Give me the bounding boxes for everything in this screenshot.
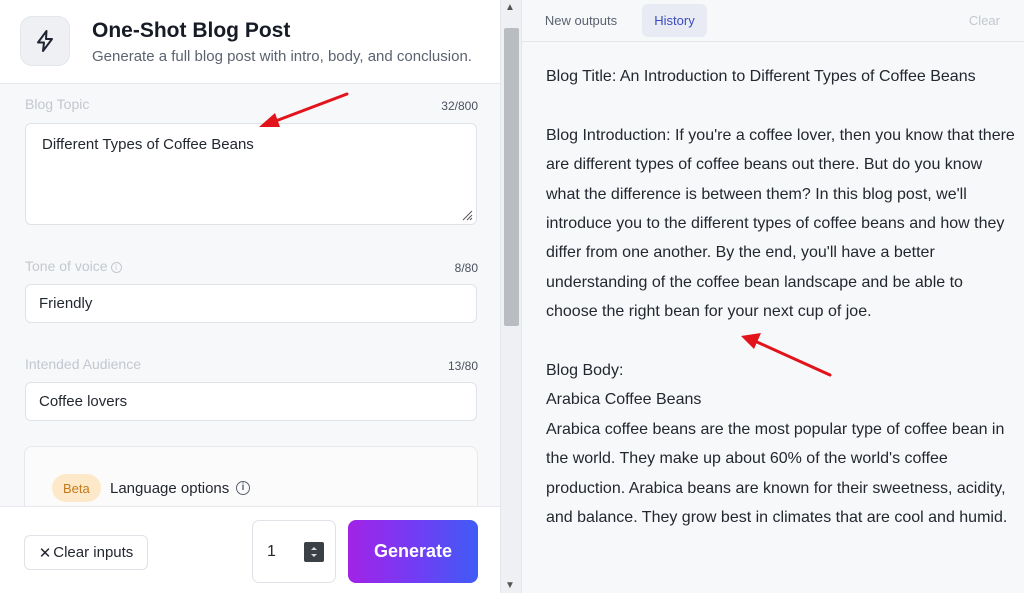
generated-output: Blog Title: An Introduction to Different… <box>546 62 1016 532</box>
audience-value: Coffee lovers <box>39 393 128 410</box>
tone-input[interactable]: Friendly <box>25 284 477 323</box>
resize-grip-icon[interactable] <box>461 209 473 221</box>
info-icon[interactable]: i <box>110 262 122 273</box>
app-header: One-Shot Blog Post Generate a full blog … <box>0 0 500 84</box>
blog-topic-label: Blog Topic <box>25 96 90 112</box>
audience-counter: 13/80 <box>447 359 478 373</box>
blog-topic-value: Different Types of Coffee Beans <box>42 136 254 153</box>
close-icon: ✕ <box>38 544 52 562</box>
output-introduction: Blog Introduction: If you're a coffee lo… <box>546 126 1015 321</box>
lightning-icon <box>20 16 70 66</box>
beta-badge: Beta <box>52 474 101 502</box>
clear-history-link[interactable]: Clear <box>969 13 1000 28</box>
tab-history[interactable]: History <box>642 4 707 37</box>
output-tabs: New outputs History Clear <box>522 0 1024 42</box>
output-section-text: Arabica coffee beans are the most popula… <box>546 420 1008 527</box>
app-subtitle: Generate a full blog post with intro, bo… <box>92 48 472 65</box>
tone-label-text: Tone of voice <box>25 258 108 274</box>
quantity-stepper[interactable]: 1 <box>252 520 336 583</box>
quantity-value: 1 <box>267 543 276 560</box>
clear-inputs-label: Clear inputs <box>53 544 134 561</box>
chevron-up-icon[interactable]: ▲ <box>505 2 515 13</box>
language-options-label[interactable]: Language options <box>110 480 229 497</box>
output-body-heading: Blog Body: <box>546 362 624 380</box>
output-panel: New outputs History Clear Blog Title: An… <box>522 0 1024 593</box>
clear-inputs-button[interactable]: ✕ Clear inputs <box>24 535 148 570</box>
audience-input[interactable]: Coffee lovers <box>25 382 477 421</box>
output-title: Blog Title: An Introduction to Different… <box>546 68 976 85</box>
tab-new-outputs[interactable]: New outputs <box>534 4 628 37</box>
scrollbar-thumb[interactable] <box>504 28 519 326</box>
scrollbar[interactable]: ▲ ▼ <box>500 0 522 593</box>
generate-button[interactable]: Generate <box>348 520 478 583</box>
tone-value: Friendly <box>39 295 93 312</box>
blog-topic-counter: 32/800 <box>441 99 478 113</box>
info-icon[interactable]: i <box>236 481 250 495</box>
tone-counter: 8/80 <box>454 261 478 275</box>
app-title: One-Shot Blog Post <box>92 19 291 42</box>
chevron-down-icon[interactable]: ▼ <box>505 580 515 591</box>
output-section-heading: Arabica Coffee Beans <box>546 391 702 409</box>
input-panel: One-Shot Blog Post Generate a full blog … <box>0 0 500 593</box>
tone-label: Tone of voice i <box>25 258 122 274</box>
spinner-arrows-icon[interactable] <box>304 542 324 562</box>
audience-label: Intended Audience <box>25 356 141 372</box>
blog-topic-textarea[interactable]: Different Types of Coffee Beans <box>25 123 477 225</box>
